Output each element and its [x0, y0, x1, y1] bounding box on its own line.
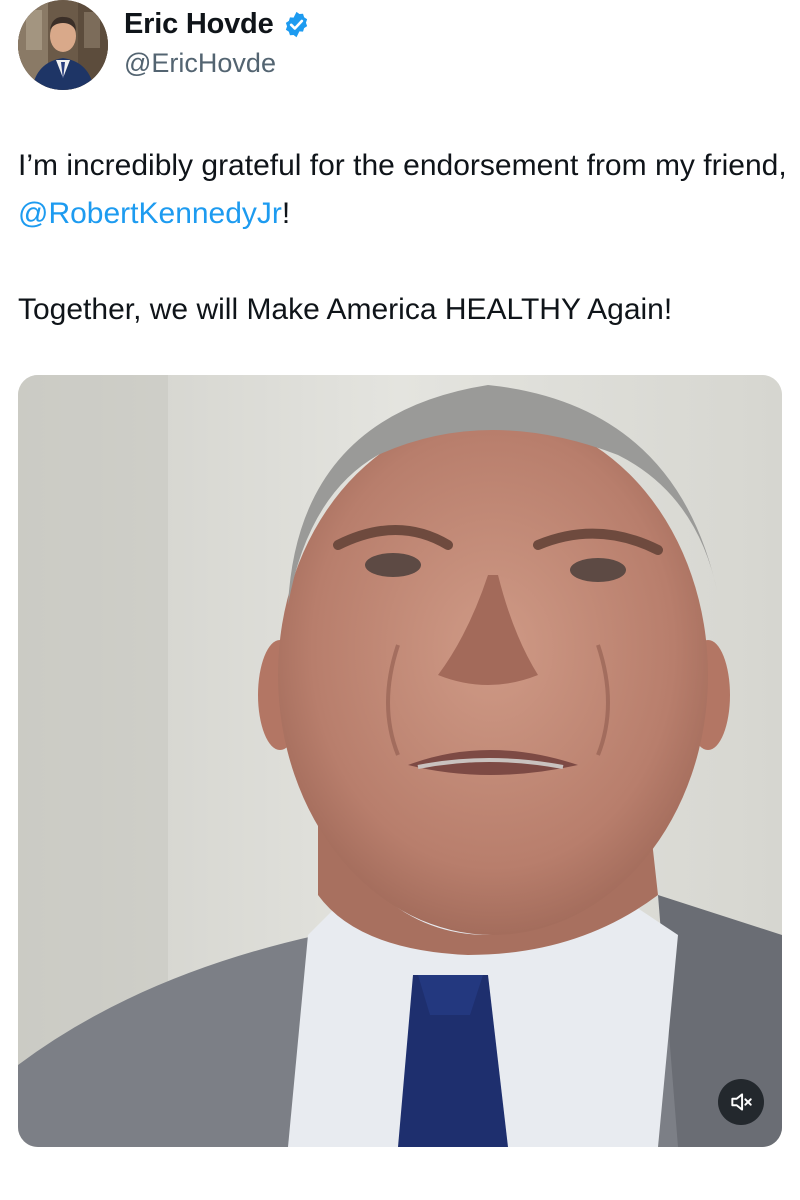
verified-badge-icon	[285, 11, 307, 38]
author-handle[interactable]: @EricHovde	[124, 48, 276, 79]
mute-toggle-button[interactable]	[718, 1079, 764, 1125]
tweet-text-part: I’m incredibly grateful for the endorsem…	[18, 149, 787, 182]
video-frame	[18, 375, 782, 1147]
profile-photo	[18, 0, 108, 90]
author-avatar[interactable]	[18, 0, 108, 90]
author-name-row: Eric Hovde	[124, 8, 311, 41]
mention-link[interactable]: @RobertKennedyJr	[18, 197, 282, 230]
tweet: Eric Hovde @EricHovde I’m incredibly gra…	[0, 0, 800, 1200]
tweet-paragraph-1: I’m incredibly grateful for the endorsem…	[18, 142, 788, 238]
volume-muted-icon	[731, 1093, 752, 1111]
author-display-name[interactable]: Eric Hovde	[124, 8, 274, 41]
video-player[interactable]	[18, 375, 782, 1147]
tweet-text-part: !	[281, 197, 291, 230]
tweet-text: I’m incredibly grateful for the endorsem…	[18, 142, 788, 334]
tweet-paragraph-2: Together, we will Make America HEALTHY A…	[18, 293, 673, 326]
